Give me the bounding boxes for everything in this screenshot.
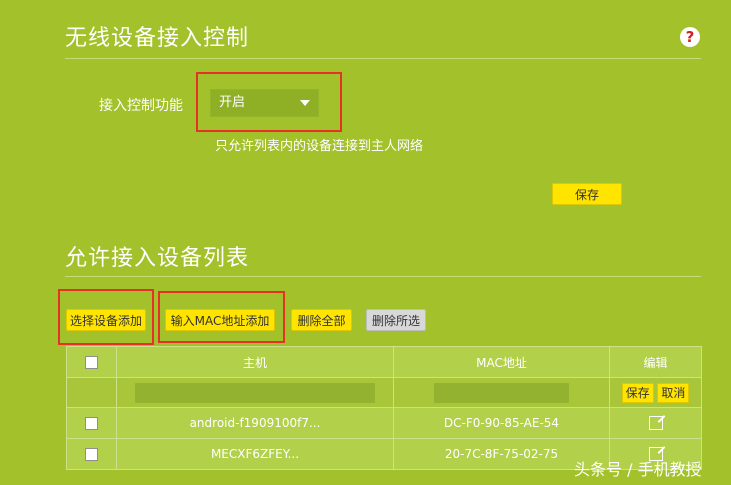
table-edit-row: 保存 取消 — [66, 377, 702, 408]
divider-top — [65, 58, 701, 59]
row-host: android-f1909100f7... — [116, 407, 394, 439]
section-title-access-control: 无线设备接入控制 — [65, 26, 250, 51]
edit-row-mac-cell — [393, 377, 610, 408]
row-mac: DC-F0-90-85-AE-54 — [393, 407, 610, 439]
access-control-label: 接入控制功能 — [99, 98, 183, 114]
help-icon[interactable]: ? — [680, 27, 700, 47]
row-checkbox[interactable] — [85, 448, 98, 461]
table-row: android-f1909100f7... DC-F0-90-85-AE-54 — [66, 407, 702, 439]
host-input[interactable] — [135, 382, 375, 403]
header-select-all-cell — [66, 346, 117, 378]
row-edit-cell — [609, 407, 702, 439]
edit-row-host-cell — [116, 377, 394, 408]
highlight-box-select-add — [58, 289, 154, 345]
watermark: 头条号 / 手机教授 — [574, 460, 702, 479]
select-all-checkbox[interactable] — [85, 356, 98, 369]
header-mac: MAC地址 — [393, 346, 610, 378]
table-header-row: 主机 MAC地址 编辑 — [66, 346, 702, 378]
header-edit: 编辑 — [609, 346, 702, 378]
highlight-box-mac-add — [158, 291, 285, 343]
delete-all-button[interactable]: 删除全部 — [291, 309, 352, 331]
mac-input[interactable] — [434, 382, 569, 403]
device-table: 主机 MAC地址 编辑 保存 取消 android-f1909100f7... … — [66, 346, 702, 470]
row-checkbox[interactable] — [85, 417, 98, 430]
access-control-description: 只允许列表内的设备连接到主人网络 — [215, 139, 424, 154]
highlight-box-select — [196, 72, 342, 132]
section-title-device-list: 允许接入设备列表 — [65, 246, 250, 271]
save-button[interactable]: 保存 — [552, 183, 622, 205]
delete-selected-button[interactable]: 删除所选 — [366, 309, 426, 331]
row-checkbox-cell — [66, 438, 117, 470]
row-save-button[interactable]: 保存 — [621, 382, 654, 403]
row-cancel-button[interactable]: 取消 — [657, 382, 690, 403]
edit-icon[interactable] — [648, 416, 663, 431]
row-host: MECXF6ZFEY... — [116, 438, 394, 470]
header-host: 主机 — [116, 346, 394, 378]
row-checkbox-cell — [66, 407, 117, 439]
edit-row-actions: 保存 取消 — [609, 377, 702, 408]
edit-row-blank — [66, 377, 117, 408]
divider-middle — [65, 276, 701, 277]
